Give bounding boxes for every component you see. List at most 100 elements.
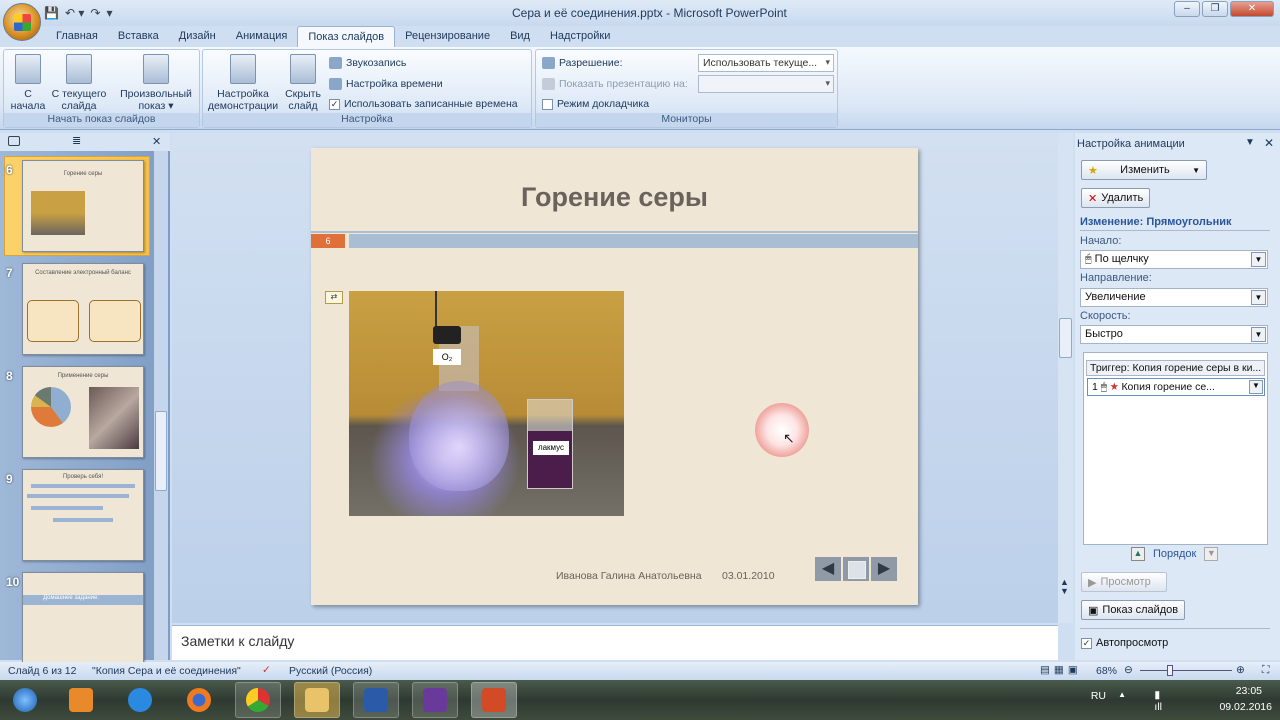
speed-select[interactable]: Быстро ▼ [1080,325,1268,344]
pane-options-icon[interactable]: ▼ [1245,137,1255,148]
office-button[interactable] [3,3,41,41]
slides-tab-icon[interactable] [8,136,20,146]
language[interactable]: Русский (Россия) [289,665,372,677]
animation-trigger-icon[interactable]: ⇄ [325,291,343,304]
close-panel-icon[interactable]: ✕ [152,135,161,148]
home-slide-button[interactable] [843,557,869,581]
start-button[interactable] [2,682,48,718]
word-icon [364,688,388,712]
dropdown-arrow-icon[interactable]: ▼ [1251,327,1266,342]
resolution-select[interactable]: Использовать текуще... [698,54,834,72]
slide-scrollbar[interactable]: ▲ ▼ [1058,133,1073,623]
start-select[interactable]: 🖱 По щелчку ▼ [1080,250,1268,269]
animation-list-item[interactable]: 1 🖱 ★ Копия горение се... ▼ [1087,378,1265,396]
direction-label: Направление: [1080,272,1152,284]
dropdown-arrow-icon[interactable]: ▼ [1251,290,1266,305]
office-logo-icon [14,14,31,31]
tab-design[interactable]: Дизайн [169,26,226,47]
zoom-slider-thumb[interactable] [1167,665,1173,676]
show-on-select[interactable] [698,75,834,93]
window-title: Сера и её соединения.pptx - Microsoft Po… [512,6,787,20]
tab-addins[interactable]: Надстройки [540,26,620,47]
clock-time[interactable]: 23:05 [1236,685,1262,697]
media-player-icon [69,688,93,712]
taskbar-media-player[interactable] [58,682,104,718]
dropdown-arrow-icon[interactable]: ▼ [1251,252,1266,267]
next-slide-button[interactable]: ▶ [871,557,897,581]
fit-to-window-icon[interactable]: ⛶ [1262,664,1269,677]
tab-slideshow[interactable]: Показ слайдов [297,26,396,47]
spellcheck-icon[interactable]: ✓ [262,664,271,676]
taskbar-ie[interactable] [117,682,163,718]
scrollbar-thumb[interactable] [1059,318,1072,358]
slide-thumbnail[interactable]: Домашнее задание: [22,572,144,664]
slide-number: 7 [6,266,13,280]
from-current-button[interactable]: С текущего слайда [48,54,110,112]
taskbar-word[interactable] [353,682,399,718]
use-timings-checkbox[interactable]: ✓ Использовать записанные времена [329,98,518,110]
tab-home[interactable]: Главная [46,26,108,47]
slide-title[interactable]: Горение серы [311,182,918,213]
sulfur-combustion-photo[interactable]: O₂ лакмус [349,291,624,516]
customize-qat-icon[interactable]: ▾ [106,6,112,20]
minimize-button[interactable]: – [1174,1,1200,17]
network-icon[interactable]: ▮ ıll [1154,689,1162,713]
slides-scrollbar[interactable] [154,151,168,660]
dropdown-arrow-icon[interactable]: ▼ [1249,380,1263,394]
prev-slide-button[interactable]: ◀ [815,557,841,581]
prev-next-slide-icon[interactable]: ▲ ▼ [1060,578,1069,596]
slide-thumbnail[interactable]: Составление электронный баланс [22,263,144,355]
theme-name[interactable]: "Копия Сера и её соединения" [92,665,241,677]
taskbar-app[interactable] [412,682,458,718]
tab-review[interactable]: Рецензирование [395,26,500,47]
direction-select[interactable]: Увеличение ▼ [1080,288,1268,307]
tab-animation[interactable]: Анимация [226,26,298,47]
rehearse-timings-button[interactable]: Настройка времени [329,78,443,90]
redo-icon[interactable]: ↷ [90,6,100,20]
autopreview-checkbox[interactable]: ✓ Автопросмотр [1081,637,1168,649]
zoom-level[interactable]: 68% [1096,665,1117,677]
click-highlight [755,403,809,457]
move-up-icon[interactable]: ▲ [1131,547,1145,561]
notes-pane[interactable]: Заметки к слайду [172,625,1058,660]
tab-view[interactable]: Вид [500,26,540,47]
slide-thumbnail[interactable]: Применение серы [22,366,144,458]
slideshow-icon: ▣ [1088,604,1099,617]
slide-thumbnail[interactable]: Горение серы [22,160,144,252]
zoom-slider[interactable] [1140,670,1232,671]
custom-show-button[interactable]: Произвольный показ ▾ [114,54,198,112]
save-icon[interactable]: 💾 [44,6,59,20]
move-down-icon[interactable]: ▼ [1204,547,1219,561]
play-button[interactable]: ▶ Просмотр [1081,572,1167,592]
presenter-view-checkbox[interactable]: Режим докладчика [542,98,649,110]
undo-icon[interactable]: ↶ ▾ [65,6,84,20]
taskbar-explorer[interactable] [294,682,340,718]
close-pane-icon[interactable]: ✕ [1264,136,1274,150]
slide[interactable]: Горение серы 6 ⇄ O₂ лакмус Иванова Галин… [311,148,918,605]
taskbar-powerpoint[interactable] [471,682,517,718]
taskbar-firefox[interactable] [176,682,222,718]
clock-date[interactable]: 09.02.2016 [1219,701,1272,713]
trigger-header[interactable]: Триггер: Копия горение серы в ки... [1086,360,1265,376]
input-language[interactable]: RU [1091,690,1106,702]
custom-show-icon [143,54,169,84]
projector-icon [66,54,92,84]
maximize-button[interactable]: ❐ [1202,1,1228,17]
outline-tab-icon[interactable]: ≣ [72,134,81,147]
zoom-out-icon[interactable]: ⊖ [1124,664,1133,676]
slide-thumbnail[interactable]: Проверь себя! [22,469,144,561]
close-button[interactable]: ✕ [1230,1,1274,17]
scrollbar-thumb[interactable] [155,411,167,491]
from-start-button[interactable]: С начала [8,54,48,112]
record-narration-button[interactable]: Звукозапись [329,57,406,69]
zoom-in-icon[interactable]: ⊕ [1236,664,1245,676]
setup-show-button[interactable]: Настройка демонстрации [205,54,281,112]
taskbar-chrome[interactable] [235,682,281,718]
tab-insert[interactable]: Вставка [108,26,169,47]
show-hidden-icons[interactable]: ▲ [1118,690,1126,699]
remove-effect-button[interactable]: ✕ Удалить [1081,188,1151,208]
slideshow-button[interactable]: ▣ Показ слайдов [1081,600,1186,620]
view-buttons-icon[interactable]: ▤▦▣ [1040,664,1082,676]
change-effect-button[interactable]: ★ Изменить ▼ [1081,160,1207,180]
hide-slide-button[interactable]: Скрыть слайд [283,54,323,112]
